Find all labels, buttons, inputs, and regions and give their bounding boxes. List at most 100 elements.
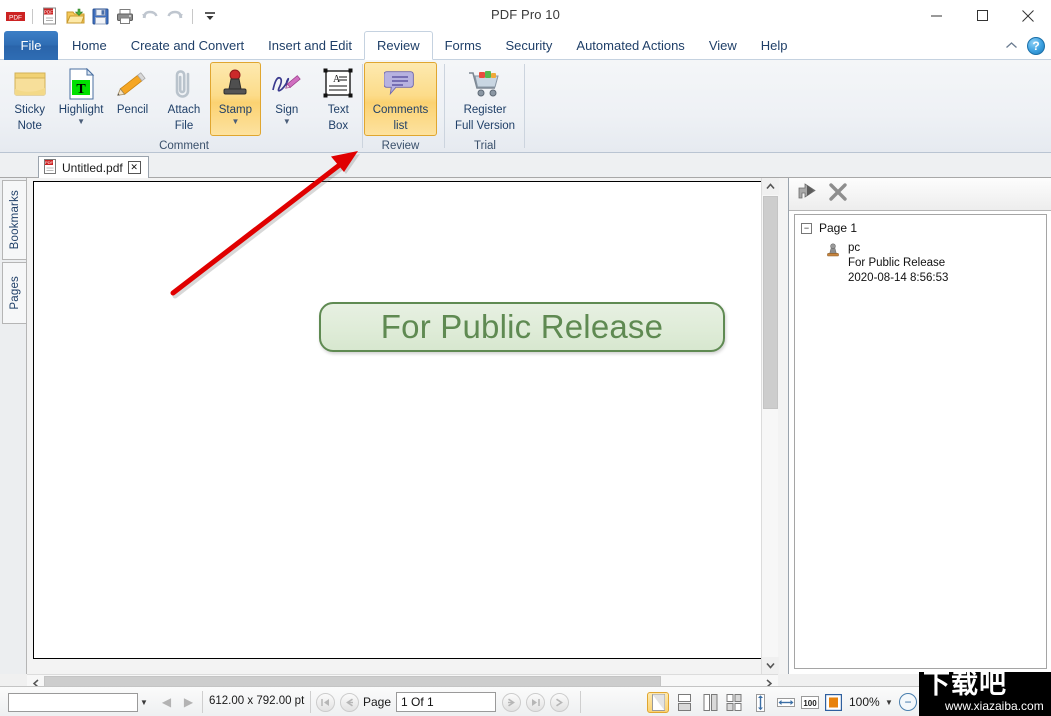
sidebar-tab-pages-label: Pages — [8, 276, 21, 310]
document-tab-close-icon[interactable]: ✕ — [127, 161, 141, 174]
pdf-pro-window: PDF PDF PDF Pro 10 File Home Create and … — [0, 0, 1051, 716]
sticky-note-button[interactable]: Sticky Note — [4, 62, 55, 136]
highlight-button[interactable]: T Highlight ▼ — [55, 62, 106, 136]
svg-text:100: 100 — [803, 699, 817, 708]
minimize-button[interactable] — [913, 0, 959, 31]
reply-arrow-icon[interactable] — [796, 181, 818, 208]
prev-page-button[interactable] — [340, 693, 359, 712]
tab-home[interactable]: Home — [60, 31, 119, 60]
comments-list-button[interactable]: Comments list — [364, 62, 437, 136]
status-separator-3 — [580, 691, 581, 713]
comments-list[interactable]: − Page 1 pc For Public Release 2020-08-1… — [794, 214, 1047, 669]
attach-file-button[interactable]: Attach File — [158, 62, 209, 136]
tree-expander-icon[interactable]: − — [801, 223, 812, 234]
go-to-page-button[interactable] — [550, 693, 569, 712]
sticky-note-label-1: Sticky — [14, 104, 46, 116]
scroll-up-icon[interactable] — [762, 178, 779, 195]
sidebar-tab-bookmarks[interactable]: Bookmarks — [2, 180, 26, 260]
ribbon: Sticky Note T Highlight ▼ Pencil Attach … — [0, 60, 1051, 153]
zoom-out-icon[interactable]: − — [899, 693, 917, 711]
search-input[interactable] — [8, 693, 138, 712]
paperclip-icon — [171, 67, 197, 101]
tab-view[interactable]: View — [697, 31, 749, 60]
document-tab-title: Untitled.pdf — [62, 160, 123, 175]
attach-file-label-2: File — [174, 120, 194, 132]
tab-help[interactable]: Help — [749, 31, 800, 60]
comments-tree-page-node[interactable]: − Page 1 — [795, 221, 1046, 235]
prev-match-button[interactable]: ◀ — [156, 692, 177, 712]
last-page-button[interactable] — [526, 693, 545, 712]
ribbon-tab-strip: File Home Create and Convert Insert and … — [0, 31, 1051, 60]
stamp-button[interactable]: Stamp ▼ — [209, 62, 262, 136]
help-question-icon[interactable]: ? — [1027, 36, 1045, 55]
tab-automated-actions[interactable]: Automated Actions — [564, 31, 696, 60]
next-page-button[interactable] — [502, 693, 521, 712]
fit-page-icon[interactable] — [822, 692, 844, 713]
ribbon-group-review-label: Review — [381, 140, 420, 152]
stamp-icon — [218, 67, 252, 101]
register-label-2: Full Version — [454, 120, 516, 132]
highlight-caret-icon[interactable]: ▼ — [77, 118, 85, 126]
title-bar: PDF PDF PDF Pro 10 — [0, 0, 1051, 31]
sticky-note-label-2: Note — [17, 120, 42, 132]
first-page-button[interactable] — [316, 693, 335, 712]
ribbon-divider-2 — [444, 64, 445, 148]
pencil-button[interactable]: Pencil — [107, 62, 158, 136]
scroll-down-icon[interactable] — [762, 657, 779, 674]
status-separator-2 — [310, 691, 311, 713]
text-box-button[interactable]: A Text Box — [313, 62, 364, 136]
maximize-button[interactable] — [959, 0, 1005, 31]
comment-item[interactable]: pc For Public Release 2020-08-14 8:56:53 — [795, 241, 1046, 286]
watermark: 下载吧 www.xiazaiba.com — [919, 672, 1051, 716]
window-controls — [913, 0, 1051, 31]
svg-text:T: T — [76, 82, 86, 97]
page-label: Page — [363, 695, 392, 709]
two-page-continuous-view-icon[interactable] — [723, 692, 745, 713]
two-page-view-icon[interactable] — [699, 692, 721, 713]
register-full-version-button[interactable]: Register Full Version — [446, 62, 524, 136]
register-label-1: Register — [463, 104, 507, 116]
next-match-button[interactable]: ▶ — [178, 692, 199, 712]
ribbon-tabs: Home Create and Convert Insert and Edit … — [60, 31, 800, 60]
pdf-page[interactable]: For Public Release — [33, 181, 764, 659]
sign-button[interactable]: Sign ▼ — [261, 62, 312, 136]
comments-tree-page-label: Page 1 — [819, 221, 858, 235]
stamp-annotation-text: For Public Release — [380, 308, 664, 345]
document-tab-untitled[interactable]: PDF Untitled.pdf ✕ — [38, 156, 149, 178]
actual-size-icon[interactable]: 100 — [799, 692, 821, 713]
tab-review[interactable]: Review — [363, 31, 433, 60]
stamp-label: Stamp — [218, 104, 253, 116]
sign-caret-icon[interactable]: ▼ — [283, 118, 291, 126]
fit-height-icon[interactable] — [749, 692, 771, 713]
chevron-up-icon[interactable] — [1003, 38, 1019, 54]
page-number-input[interactable]: 1 Of 1 — [396, 692, 496, 712]
search-dropdown-icon[interactable]: ▼ — [140, 698, 148, 707]
sidebar-tab-pages[interactable]: Pages — [2, 262, 26, 324]
attach-file-label-1: Attach — [167, 104, 201, 116]
zoom-dropdown-icon[interactable]: ▼ — [885, 698, 893, 707]
vertical-scrollbar-thumb[interactable] — [763, 196, 778, 409]
highlight-icon: T — [66, 67, 96, 101]
continuous-view-icon[interactable] — [673, 692, 695, 713]
page-view[interactable]: For Public Release — [27, 178, 788, 674]
stamp-annotation[interactable]: For Public Release — [319, 302, 725, 352]
single-page-view-icon[interactable] — [647, 692, 669, 713]
close-button[interactable] — [1005, 0, 1051, 31]
tab-forms[interactable]: Forms — [433, 31, 494, 60]
tab-create-and-convert[interactable]: Create and Convert — [119, 31, 256, 60]
fit-width-icon[interactable] — [775, 692, 797, 713]
tab-security[interactable]: Security — [493, 31, 564, 60]
highlight-label: Highlight — [58, 104, 104, 116]
ribbon-divider-3 — [524, 64, 525, 148]
ribbon-group-comment-label: Comment — [159, 140, 209, 152]
zoom-level-label: 100% — [849, 695, 880, 709]
delete-x-icon[interactable] — [828, 182, 848, 207]
stamp-caret-icon[interactable]: ▼ — [231, 118, 239, 126]
tab-insert-and-edit[interactable]: Insert and Edit — [256, 31, 364, 60]
page-vertical-scrollbar[interactable] — [761, 178, 779, 674]
comments-panel-toolbar — [789, 178, 1051, 211]
comments-list-label-2: list — [393, 120, 408, 132]
signature-icon — [270, 67, 304, 101]
window-title: PDF Pro 10 — [491, 7, 560, 22]
tab-file[interactable]: File — [4, 31, 58, 60]
